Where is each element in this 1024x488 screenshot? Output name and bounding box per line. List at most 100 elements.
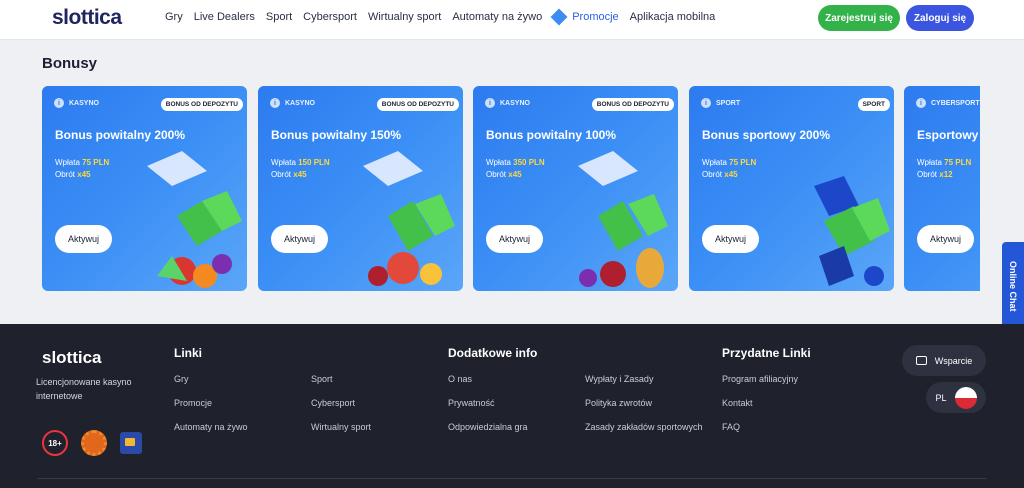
card-rollover-label: Obrót [917,170,938,179]
card-title: Bonus powitalny 200% [55,128,186,142]
card-rollover-value: x45 [77,170,91,179]
card-rollover: Obrót x45 [486,170,522,179]
chat-icon [915,356,927,365]
support-button[interactable]: Wsparcie [902,345,986,376]
card-deposit: Wpłata 350 PLN [486,158,545,167]
card-category-label: SPORT [716,99,741,107]
card-rollover: Obrót x45 [271,170,307,179]
nav-item-mobile-app[interactable]: Aplikacja mobilna [630,11,716,23]
activate-button[interactable]: Aktywuj [917,225,974,253]
footer-divider [38,478,986,479]
nav-item-games[interactable]: Gry [165,11,183,23]
info-icon[interactable]: i [916,98,926,108]
card-deposit: Wpłata 75 PLN [702,158,756,167]
online-chat-tab[interactable]: Online Chat [1002,242,1024,330]
activate-button[interactable]: Aktywuj [702,225,759,253]
footer-description: Licencjonowane kasyno internetowe [36,377,132,401]
info-icon[interactable]: i [54,98,64,108]
footer-link[interactable]: Sport [311,374,333,384]
register-button[interactable]: Zarejestruj się [818,5,900,31]
login-button[interactable]: Zaloguj się [906,5,974,31]
card-deposit-value: 75 PLN [729,158,757,167]
card-tag: SPORT [857,98,890,111]
bonus-card[interactable]: i SPORT SPORT Bonus sportowy 200% Wpłata… [689,86,894,291]
nav-item-promotions-label: Promocje [572,11,619,23]
footer-logo-text: slottica [42,348,102,367]
bonus-artwork-image [147,151,242,288]
card-rollover-value: x12 [939,170,953,179]
footer-link[interactable]: Zasady zakładów sportowych [585,422,703,432]
card-deposit: Wpłata 150 PLN [271,158,330,167]
main-nav: Gry Live Dealers Sport Cybersport Wirtua… [165,8,716,26]
card-deposit-value: 75 PLN [944,158,972,167]
logo[interactable]: slottica [52,6,122,30]
nav-item-cybersport[interactable]: Cybersport [303,11,357,23]
card-deposit-label: Wpłata [486,158,511,167]
license-icon[interactable] [120,432,142,454]
nav-item-sport[interactable]: Sport [266,11,292,23]
card-rollover-label: Obrót [702,170,723,179]
card-deposit-value: 350 PLN [513,158,545,167]
card-category-label: CYBERSPORT [931,99,980,107]
card-deposit-label: Wpłata [271,158,296,167]
footer-link[interactable]: Gry [174,374,189,384]
nav-item-live-dealers[interactable]: Live Dealers [194,11,255,23]
card-tag: BONUS OD DEPOZYTU [591,98,674,111]
card-title: Bonus sportowy 200% [702,128,831,142]
footer-link[interactable]: Program afiliacyjny [722,374,798,384]
footer-link[interactable]: Wirtualny sport [311,422,371,432]
bonus-card[interactable]: i KASYNO BONUS OD DEPOZYTU Bonus powital… [258,86,463,291]
card-tag: BONUS OD DEPOZYTU [376,98,459,111]
card-category: i SPORT [701,98,740,108]
info-icon[interactable]: i [270,98,280,108]
activate-button[interactable]: Aktywuj [55,225,112,253]
nav-item-virtual-sport[interactable]: Wirtualny sport [368,11,441,23]
bonus-card[interactable]: i KASYNO BONUS OD DEPOZYTU Bonus powital… [42,86,247,291]
language-selector[interactable]: PL [926,382,986,413]
footer-link[interactable]: Prywatność [448,398,495,408]
info-icon[interactable]: i [701,98,711,108]
card-rollover: Obrót x12 [917,170,953,179]
card-category: i KASYNO [270,98,315,108]
card-rollover-label: Obrót [55,170,76,179]
card-rollover-label: Obrót [271,170,292,179]
card-category: i CYBERSPORT [916,98,980,108]
card-rollover: Obrót x45 [702,170,738,179]
card-deposit-value: 150 PLN [298,158,330,167]
bonus-card[interactable]: i KASYNO BONUS OD DEPOZYTU Bonus powital… [473,86,678,291]
card-deposit-label: Wpłata [702,158,727,167]
card-category-label: KASYNO [500,99,530,107]
footer-link[interactable]: Kontakt [722,398,753,408]
card-deposit-label: Wpłata [55,158,80,167]
info-icon[interactable]: i [485,98,495,108]
poland-flag-icon [954,386,977,409]
footer-link[interactable]: FAQ [722,422,740,432]
footer-link[interactable]: Wypłaty i Zasady [585,374,653,384]
footer-link[interactable]: Promocje [174,398,212,408]
card-rollover-value: x45 [508,170,522,179]
activate-button[interactable]: Aktywuj [271,225,328,253]
footer-logo[interactable]: slottica [42,348,102,368]
footer-link[interactable]: O nas [448,374,472,384]
footer-link[interactable]: Cybersport [311,398,355,408]
card-category: i KASYNO [485,98,530,108]
card-rollover-value: x45 [724,170,738,179]
card-deposit-value: 75 PLN [82,158,110,167]
bonus-carousel: i KASYNO BONUS OD DEPOZYTU Bonus powital… [42,86,980,291]
card-deposit-label: Wpłata [917,158,942,167]
card-category-label: KASYNO [285,99,315,107]
card-title: Bonus powitalny 100% [486,128,617,142]
age-18-icon: 18+ [42,430,68,456]
nav-item-live-slots[interactable]: Automaty na żywo [452,11,542,23]
card-category-label: KASYNO [69,99,99,107]
card-rollover: Obrót x45 [55,170,91,179]
footer-link[interactable]: Automaty na żywo [174,422,248,432]
card-category: i KASYNO [54,98,99,108]
footer-link[interactable]: Polityka zwrotów [585,398,652,408]
footer-heading-additional-info: Dodatkowe info [448,346,538,360]
card-rollover-value: x45 [293,170,307,179]
activate-button[interactable]: Aktywuj [486,225,543,253]
bonus-card[interactable]: i CYBERSPORT Esportowy Wpłata 75 PLN Obr… [904,86,980,291]
nav-item-promotions[interactable]: Promocje [550,8,619,26]
footer-link[interactable]: Odpowiedzialna gra [448,422,528,432]
